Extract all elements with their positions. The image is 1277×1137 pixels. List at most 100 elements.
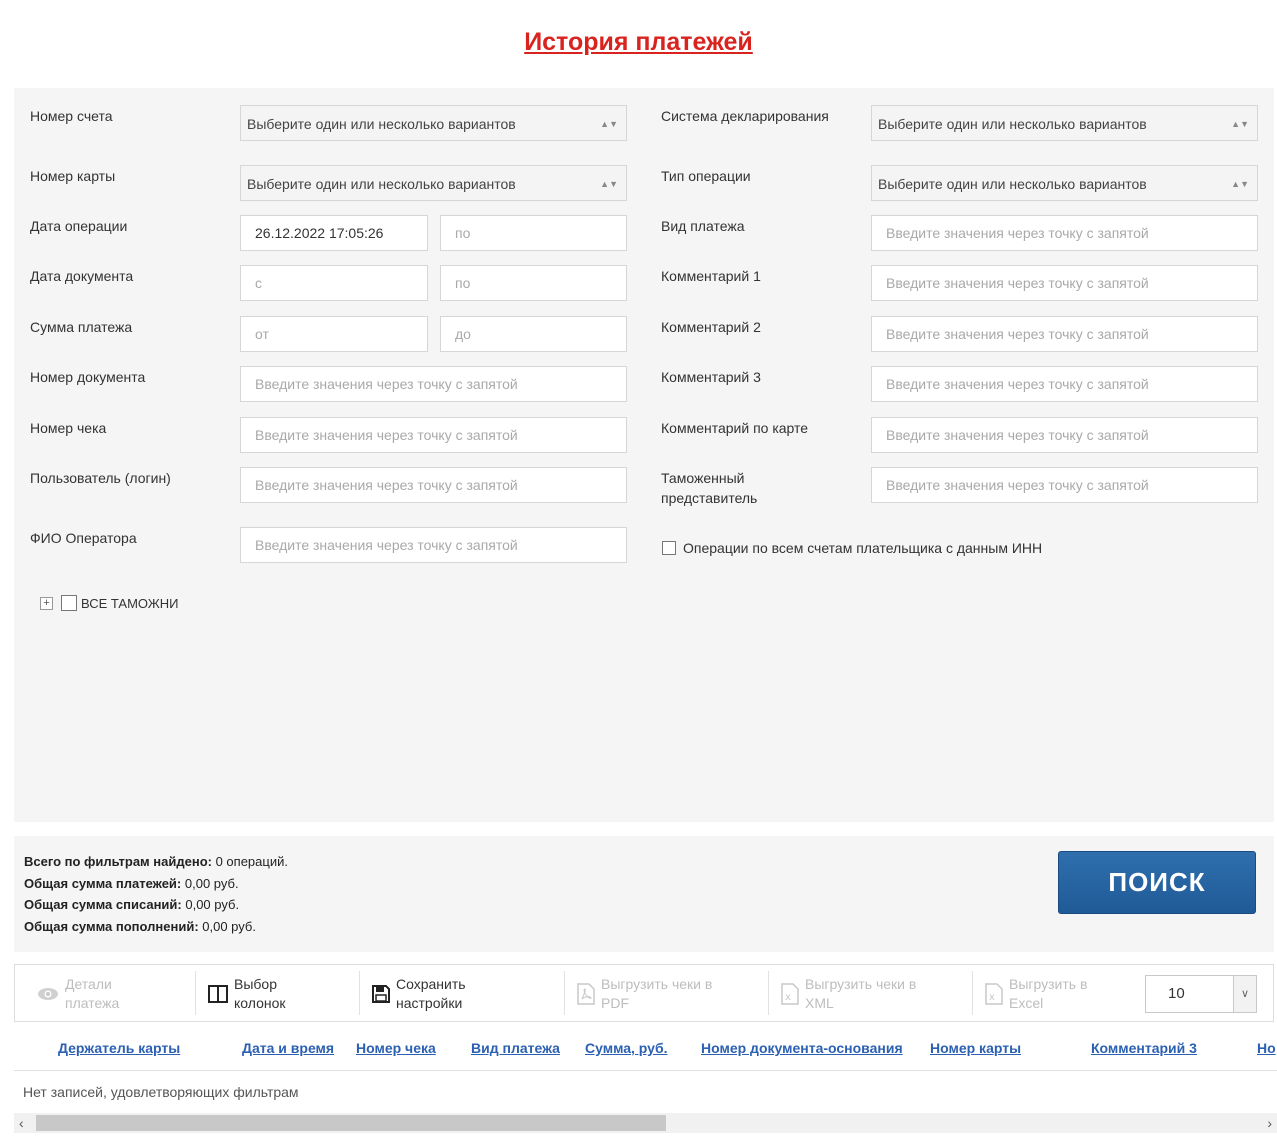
document-date-label: Дата документа [30, 268, 134, 284]
floppy-disk-icon [372, 985, 390, 1003]
operation-type-label: Тип операции [661, 168, 751, 184]
export-xml-label-2: XML [805, 995, 834, 1011]
operation-date-to[interactable]: по [440, 215, 627, 251]
sort-arrows-icon: ▲▼ [1231, 119, 1249, 129]
total-sum: Общая сумма платежей: 0,00 руб. [24, 876, 239, 891]
export-pdf-button[interactable]: Выгрузить чеки в PDF [577, 975, 712, 1013]
found-count: Всего по фильтрам найдено: 0 операций. [24, 854, 288, 869]
column-header[interactable]: Но [1257, 1040, 1276, 1056]
payment-kind-input[interactable]: Введите значения через точку с запятой [871, 215, 1258, 251]
column-header[interactable]: Сумма, руб. [585, 1040, 668, 1056]
column-header[interactable]: Номер документа-основания [701, 1040, 903, 1056]
payment-details-button[interactable]: Детали платежа [37, 975, 119, 1013]
payment-amount-from[interactable]: от [240, 316, 428, 352]
card-number-select[interactable]: Выберите один или несколько вариантов ▲▼ [240, 165, 627, 201]
comment2-input[interactable]: Введите значения через точку с запятой [871, 316, 1258, 352]
comment3-input[interactable]: Введите значения через точку с запятой [871, 366, 1258, 402]
horizontal-scrollbar[interactable]: ‹ › [14, 1113, 1277, 1133]
card-number-label: Номер карты [30, 168, 116, 184]
all-customs-label: ВСЕ ТАМОЖНИ [81, 595, 179, 611]
comment1-input[interactable]: Введите значения через точку с запятой [871, 265, 1258, 301]
operation-date-label: Дата операции [30, 218, 128, 234]
document-date-to[interactable]: по [440, 265, 627, 301]
declaration-system-select[interactable]: Выберите один или несколько вариантов ▲▼ [871, 105, 1258, 141]
card-number-placeholder: Выберите один или несколько вариантов [247, 176, 516, 192]
empty-table-message: Нет записей, удовлетворяющих фильтрам [23, 1084, 299, 1100]
customs-rep-input[interactable]: Введите значения через точку с запятой [871, 467, 1258, 503]
column-chooser-label-2: колонок [234, 995, 286, 1011]
document-date-from[interactable]: с [240, 265, 428, 301]
toolbar-divider [972, 971, 973, 1015]
credit-value: 0,00 руб. [198, 919, 256, 934]
operation-date-from[interactable]: 26.12.2022 17:05:26 [240, 215, 428, 251]
scroll-left-icon[interactable]: ‹ [19, 1113, 24, 1133]
export-xml-label-1: Выгрузить чеки в [805, 976, 917, 992]
column-chooser-button[interactable]: Выбор колонок [208, 975, 286, 1013]
toolbar-divider [564, 971, 565, 1015]
document-number-label: Номер документа [30, 369, 146, 385]
customs-rep-label: Таможенный представитель [661, 470, 758, 506]
table-header: Держатель карты Дата и время Номер чека … [14, 1027, 1277, 1071]
column-header[interactable]: Держатель карты [58, 1040, 180, 1056]
payment-kind-label: Вид платежа [661, 218, 745, 234]
operation-type-placeholder: Выберите один или несколько вариантов [878, 176, 1147, 192]
column-header[interactable]: Вид платежа [471, 1040, 560, 1056]
comment3-label: Комментарий 3 [661, 369, 761, 385]
columns-icon [208, 985, 228, 1003]
sort-arrows-icon: ▲▼ [600, 119, 618, 129]
receipt-number-input[interactable]: Введите значения через точку с запятой [240, 417, 627, 453]
document-number-input[interactable]: Введите значения через точку с запятой [240, 366, 627, 402]
card-comment-input[interactable]: Введите значения через точку с запятой [871, 417, 1258, 453]
eye-icon [38, 988, 58, 1000]
xml-file-icon: x [781, 983, 799, 1005]
page-size-select[interactable]: 10 ∨ [1145, 975, 1257, 1013]
sort-arrows-icon: ▲▼ [1231, 179, 1249, 189]
all-accounts-inn-label: Операции по всем счетам плательщика с да… [683, 540, 1043, 556]
all-customs-checkbox[interactable] [61, 595, 77, 611]
toolbar-divider [359, 971, 360, 1015]
found-label: Всего по фильтрам найдено: [24, 854, 212, 869]
payment-details-label-2: платежа [65, 995, 120, 1011]
scroll-right-icon[interactable]: › [1267, 1113, 1272, 1133]
toolbar-divider [768, 971, 769, 1015]
payment-amount-to[interactable]: до [440, 316, 627, 352]
save-settings-label-2: настройки [396, 995, 463, 1011]
export-xml-button[interactable]: x Выгрузить чеки в XML [781, 975, 916, 1013]
receipt-number-label: Номер чека [30, 420, 107, 436]
chevron-down-icon: ∨ [1233, 976, 1256, 1012]
export-excel-button[interactable]: x Выгрузить в Excel [985, 975, 1087, 1013]
export-excel-label-1: Выгрузить в [1009, 976, 1088, 992]
save-settings-label-1: Сохранить [396, 976, 466, 992]
user-login-input[interactable]: Введите значения через точку с запятой [240, 467, 627, 503]
all-accounts-inn-checkbox[interactable] [662, 541, 676, 555]
save-settings-button[interactable]: Сохранить настройки [372, 975, 466, 1013]
column-header[interactable]: Номер чека [356, 1040, 436, 1056]
all-accounts-inn-option[interactable]: Операции по всем счетам плательщика с да… [662, 540, 1042, 556]
operation-type-select[interactable]: Выберите один или несколько вариантов ▲▼ [871, 165, 1258, 201]
payment-amount-label: Сумма платежа [30, 319, 133, 335]
sort-arrows-icon: ▲▼ [600, 179, 618, 189]
column-header[interactable]: Комментарий 3 [1091, 1040, 1197, 1056]
column-header[interactable]: Дата и время [242, 1040, 334, 1056]
operator-name-input[interactable]: Введите значения через точку с запятой [240, 527, 627, 563]
total-label: Общая сумма платежей: [24, 876, 182, 891]
declaration-system-label: Система декларирования [661, 108, 829, 124]
debit-value: 0,00 руб. [181, 897, 240, 912]
search-button[interactable]: ПОИСК [1058, 851, 1256, 914]
declaration-system-placeholder: Выберите один или несколько вариантов [878, 116, 1147, 132]
expand-tree-icon[interactable]: + [40, 597, 53, 610]
credit-sum: Общая сумма пополнений: 0,00 руб. [24, 919, 256, 934]
scrollbar-thumb[interactable] [36, 1115, 666, 1131]
card-comment-label: Комментарий по карте [661, 420, 809, 436]
account-number-select[interactable]: Выберите один или несколько вариантов ▲▼ [240, 105, 627, 141]
all-customs-option[interactable]: ВСЕ ТАМОЖНИ [61, 595, 178, 611]
column-header[interactable]: Номер карты [930, 1040, 1021, 1056]
comment2-label: Комментарий 2 [661, 319, 761, 335]
column-chooser-label-1: Выбор [234, 976, 277, 992]
export-excel-label-2: Excel [1009, 995, 1044, 1011]
excel-file-icon: x [985, 983, 1003, 1005]
payment-details-label-1: Детали [65, 976, 112, 992]
toolbar-divider [195, 971, 196, 1015]
credit-label: Общая сумма пополнений: [24, 919, 199, 934]
operator-name-label: ФИО Оператора [30, 530, 137, 546]
